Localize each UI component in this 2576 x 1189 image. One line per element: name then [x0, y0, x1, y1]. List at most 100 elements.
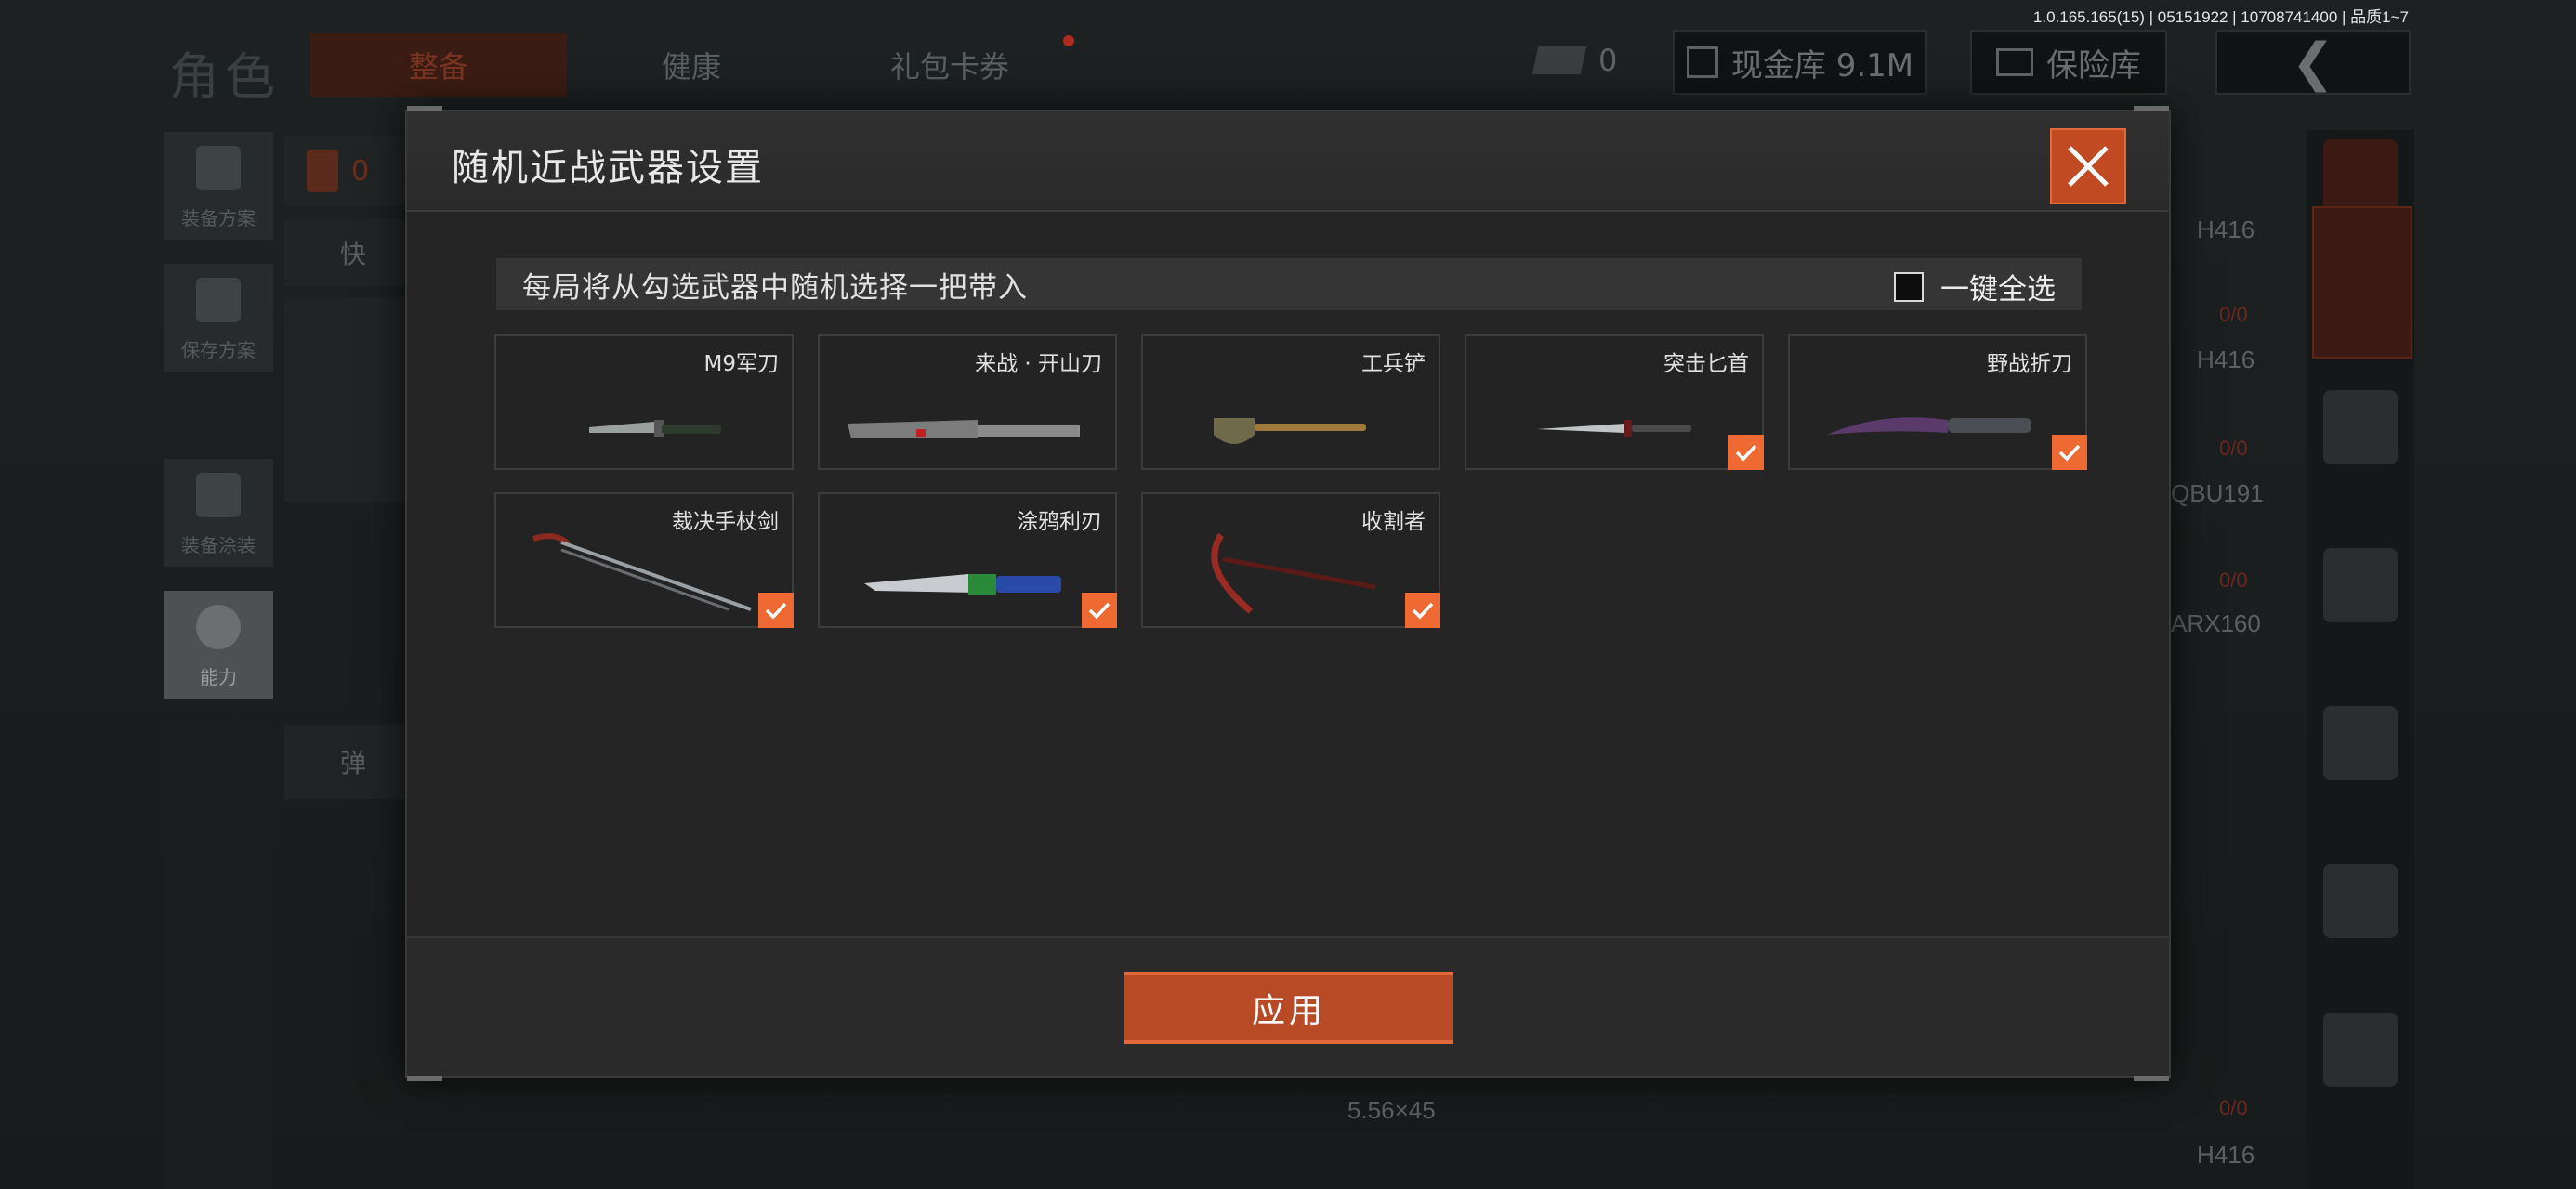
bayonet-icon: [589, 420, 721, 437]
folding-knife-icon: [1827, 417, 2031, 435]
loadout-plan-label: 装备方案: [181, 207, 256, 229]
vest-icon: [196, 146, 241, 190]
equipment-skin-label: 装备涂装: [181, 534, 256, 556]
close-button[interactable]: [2050, 128, 2126, 204]
weapon-name: 突击匕首: [1663, 352, 1749, 376]
version-info: 1.0.165.165(15) | 05151922 | 10708741400…: [2032, 8, 2409, 26]
checkmark-icon: [1735, 444, 1757, 462]
tab-equip[interactable]: 整备: [310, 33, 567, 97]
notification-dot: [1063, 35, 1074, 46]
gun-name-2: H416: [2197, 346, 2255, 373]
safe-label: 保险库: [2046, 46, 2141, 85]
save-plan-button[interactable]: 保存方案: [164, 264, 273, 372]
back-button[interactable]: ❮: [2215, 30, 2411, 95]
info-text: 每局将从勾选武器中随机选择一把带入: [522, 270, 1028, 305]
weapon-card-cane-sword[interactable]: 裁决手杖剑: [494, 492, 794, 628]
weapon-card-m9[interactable]: M9军刀: [494, 334, 794, 470]
safe-vault-button[interactable]: 保险库: [1970, 30, 2167, 95]
gun-name-1: H416: [2197, 216, 2255, 243]
weapon-name: 野战折刀: [1987, 352, 2072, 376]
weapon-card-machete[interactable]: 来战 · 开山刀: [818, 334, 1117, 470]
ability-label: 能力: [200, 666, 237, 688]
armor-count: 0: [351, 154, 370, 188]
character-preview: [284, 297, 405, 502]
dialog-header: 随机近战武器设置: [407, 111, 2169, 212]
lightning-icon: [196, 605, 241, 649]
download-icon: [196, 278, 241, 322]
selected-checkbox[interactable]: [2052, 435, 2087, 470]
checkmark-icon: [1412, 602, 1434, 620]
selected-checkbox[interactable]: [1405, 593, 1440, 628]
rail-stack-icon[interactable]: [2323, 139, 2398, 214]
weapon-name: M9军刀: [703, 352, 779, 376]
cash-vault-button[interactable]: 现金库 9.1M: [1673, 30, 1927, 95]
rail-bullet-icon[interactable]: [2323, 864, 2398, 938]
selected-checkbox[interactable]: [1728, 435, 1764, 470]
armor-slot: 0: [284, 136, 405, 206]
ticket-icon: [1531, 46, 1587, 74]
machete-icon: [848, 420, 1080, 438]
dialog-footer: 应用: [407, 936, 2169, 1076]
tab-health[interactable]: 健康: [563, 33, 820, 97]
helmet-icon: [196, 473, 241, 517]
weapon-name: 工兵铲: [1361, 352, 1426, 376]
graffiti-blade-icon: [864, 574, 1061, 594]
weapon-name: 来战 · 开山刀: [975, 352, 1102, 376]
save-plan-label: 保存方案: [181, 339, 256, 361]
gun-count-1: 0/0: [2219, 303, 2248, 326]
bottom-gun-name: H416: [2197, 1141, 2255, 1169]
selected-checkbox[interactable]: [758, 593, 794, 628]
ammo-slot[interactable]: 弹: [284, 725, 405, 799]
select-all-checkbox[interactable]: [1894, 271, 1924, 302]
cane-sword-icon: [532, 533, 752, 611]
gun-count-3: 0/0: [2219, 568, 2248, 592]
weapon-card-reaper[interactable]: 收割者: [1141, 492, 1440, 628]
rail-rifle-icon[interactable]: [2323, 548, 2398, 622]
bottom-count: 0/0: [2219, 1096, 2248, 1119]
checkmark-icon: [765, 602, 787, 620]
weapon-card-graffiti-blade[interactable]: 涂鸦利刃: [818, 492, 1117, 628]
rail-selected-category[interactable]: [2312, 206, 2412, 359]
apply-button[interactable]: 应用: [1124, 972, 1453, 1044]
weapon-name: 裁决手杖剑: [672, 510, 779, 534]
loadout-plan-button[interactable]: 装备方案: [164, 132, 273, 240]
ability-button[interactable]: 能力: [164, 591, 273, 699]
dagger-icon: [1537, 420, 1691, 437]
select-all-toggle[interactable]: 一键全选: [1894, 266, 2056, 307]
ticket-count: 0: [1598, 43, 1618, 78]
sickle-icon: [1211, 533, 1376, 614]
tab-gift-cards[interactable]: 礼包卡券: [821, 33, 1078, 97]
left-empty-column: [164, 725, 273, 1189]
quick-label: 快: [340, 239, 367, 269]
armor-icon: [307, 150, 338, 192]
weapon-card-folding-knife[interactable]: 野战折刀: [1788, 334, 2087, 470]
chevron-left-icon: ❮: [2291, 32, 2335, 93]
page-title: 角色: [169, 47, 281, 106]
weapon-card-assault-dagger[interactable]: 突击匕首: [1465, 334, 1764, 470]
quick-slot[interactable]: 快: [284, 219, 405, 286]
gun-count-2: 0/0: [2219, 437, 2248, 460]
weapon-name: 涂鸦利刃: [1017, 510, 1102, 534]
rail-grip-icon[interactable]: [2323, 1013, 2398, 1087]
gun-name-4: ARX160: [2171, 609, 2261, 637]
select-all-label: 一键全选: [1940, 273, 2056, 307]
gun-name-3: QBU191: [2171, 479, 2264, 507]
cash-label: 现金库 9.1M: [1730, 46, 1914, 85]
checkmark-icon: [2058, 444, 2081, 462]
weapon-card-shovel[interactable]: 工兵铲: [1141, 334, 1440, 470]
equipment-skin-button[interactable]: 装备涂装: [164, 459, 273, 567]
ammo-caliber: 5.56×45: [1347, 1096, 1436, 1124]
checkmark-icon: [1088, 602, 1111, 620]
selected-checkbox[interactable]: [1082, 593, 1117, 628]
weapon-name: 收割者: [1361, 510, 1426, 534]
dialog-title: 随机近战武器设置: [452, 147, 764, 189]
shovel-icon: [1214, 418, 1366, 444]
ticket-counter: 0: [1531, 43, 1618, 78]
close-icon: [2068, 146, 2109, 187]
info-bar: 每局将从勾选武器中随机选择一把带入 一键全选: [496, 258, 2082, 310]
rail-magazine-icon[interactable]: [2323, 706, 2398, 780]
rail-helmet-icon[interactable]: [2323, 390, 2398, 464]
safe-icon: [1996, 48, 2033, 76]
random-melee-weapon-dialog: 随机近战武器设置 每局将从勾选武器中随机选择一把带入 一键全选 M9军刀 来战 …: [405, 106, 2171, 1081]
ammo-label: 弹: [340, 748, 367, 778]
